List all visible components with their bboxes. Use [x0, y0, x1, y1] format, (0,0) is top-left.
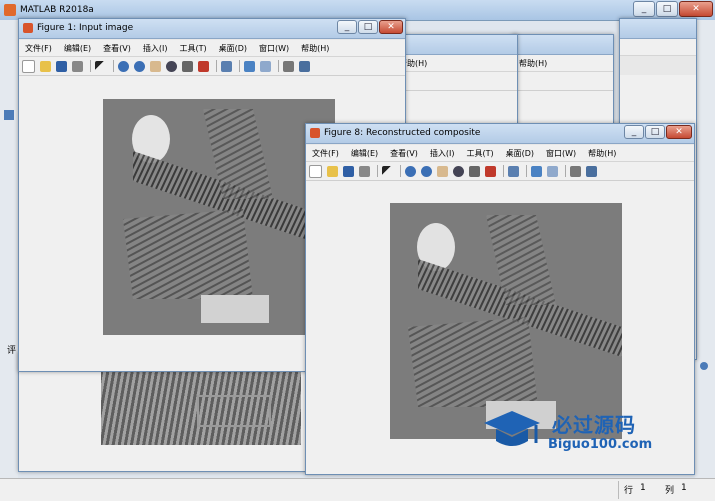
image-fragment	[101, 367, 301, 445]
menu-insert[interactable]: 插入(I)	[424, 148, 461, 159]
reconstructed-image	[390, 203, 622, 439]
zoom-in-icon[interactable]	[118, 60, 129, 72]
link-plot-icon[interactable]	[221, 60, 232, 72]
graduation-cap-logo-icon	[484, 411, 540, 446]
figure-8-title: Figure 8: Reconstructed composite	[324, 128, 481, 138]
hide-plot-tools-icon[interactable]	[570, 165, 581, 177]
menu-tools[interactable]: 工具(T)	[460, 148, 499, 159]
figure-toolbar	[306, 162, 694, 181]
menu-help[interactable]: 帮助(H)	[295, 43, 335, 54]
pointer-icon[interactable]	[382, 165, 393, 177]
data-cursor-icon[interactable]	[182, 60, 193, 72]
pan-icon[interactable]	[150, 60, 161, 72]
new-figure-icon[interactable]	[22, 59, 35, 73]
maximize-button[interactable]: □	[645, 125, 665, 139]
menu-desktop[interactable]: 桌面(D)	[500, 148, 540, 159]
figure-titlebar: Figure 8: Reconstructed composite _ □ ✕	[306, 124, 694, 144]
link-plot-icon[interactable]	[508, 165, 519, 177]
close-button[interactable]: ✕	[379, 20, 403, 34]
watermark-title: 必过源码	[552, 413, 636, 437]
figure-icon	[23, 23, 33, 33]
scroll-indicator-icon[interactable]	[700, 362, 708, 370]
menu-help[interactable]: 帮助(H)	[513, 58, 553, 69]
save-icon[interactable]	[343, 165, 354, 177]
colorbar-icon[interactable]	[244, 60, 255, 72]
col-value: 1	[681, 483, 687, 493]
figure-menubar: 文件(F) 编辑(E) 查看(V) 插入(I) 工具(T) 桌面(D) 窗口(W…	[306, 145, 694, 162]
figure-icon	[310, 128, 320, 138]
pointer-icon[interactable]	[95, 60, 106, 72]
figure-titlebar	[620, 19, 696, 39]
figure-toolbar	[19, 57, 405, 76]
minimize-button[interactable]: _	[337, 20, 357, 34]
menu-window[interactable]: 窗口(W)	[540, 148, 582, 159]
status-bar: 行 1 列 1	[0, 478, 715, 501]
figure-titlebar	[393, 35, 517, 55]
figure-menubar: 文件(F) 编辑(E) 查看(V) 插入(I) 工具(T) 桌面(D) 窗口(W…	[19, 40, 405, 57]
data-cursor-icon[interactable]	[469, 165, 480, 177]
figure-menubar: 帮助(H)	[513, 55, 613, 72]
menu-window[interactable]: 窗口(W)	[253, 43, 295, 54]
main-left-strip	[0, 20, 18, 478]
colorbar-icon[interactable]	[531, 165, 542, 177]
menu-insert[interactable]: 插入(I)	[137, 43, 174, 54]
figure-titlebar: Figure 1: Input image _ □ ✕	[19, 19, 405, 39]
legend-icon[interactable]	[260, 60, 271, 72]
row-label: 行	[624, 486, 634, 496]
watermark-url: Biguo100.com	[548, 437, 653, 452]
zoom-out-icon[interactable]	[421, 165, 432, 177]
menu-edit[interactable]: 编辑(E)	[58, 43, 97, 54]
minimize-button[interactable]: _	[633, 1, 655, 17]
brush-icon[interactable]	[485, 165, 496, 177]
minimize-button[interactable]: _	[624, 125, 644, 139]
rotate-3d-icon[interactable]	[166, 60, 177, 72]
show-plot-tools-icon[interactable]	[299, 60, 310, 72]
rotate-3d-icon[interactable]	[453, 165, 464, 177]
row-value: 1	[640, 483, 646, 493]
menu-view[interactable]: 查看(V)	[97, 43, 137, 54]
close-button[interactable]: ✕	[679, 1, 713, 17]
menu-edit[interactable]: 编辑(E)	[345, 148, 384, 159]
main-window-title: MATLAB R2018a	[20, 5, 94, 15]
hide-plot-tools-icon[interactable]	[283, 60, 294, 72]
zoom-in-icon[interactable]	[405, 165, 416, 177]
brush-icon[interactable]	[198, 60, 209, 72]
print-icon[interactable]	[72, 60, 83, 72]
legend-icon[interactable]	[547, 165, 558, 177]
figure-8-window: Figure 8: Reconstructed composite _ □ ✕ …	[305, 123, 695, 475]
figure-titlebar	[513, 35, 613, 55]
col-label: 列	[665, 486, 675, 496]
figure-1-title: Figure 1: Input image	[37, 23, 134, 33]
figure-menubar	[620, 39, 696, 56]
figure-toolbar	[513, 72, 613, 91]
figure-canvas: 必过源码 Biguo100.com	[306, 181, 694, 474]
show-plot-tools-icon[interactable]	[586, 165, 597, 177]
save-icon[interactable]	[56, 60, 67, 72]
open-file-icon[interactable]	[327, 165, 338, 177]
nav-arrow-icon[interactable]	[4, 110, 14, 120]
close-button[interactable]: ✕	[666, 125, 692, 139]
zoom-out-icon[interactable]	[134, 60, 145, 72]
left-edge-label: 评	[7, 346, 17, 356]
menu-file[interactable]: 文件(F)	[306, 148, 345, 159]
menu-tools[interactable]: 工具(T)	[173, 43, 212, 54]
maximize-button[interactable]: □	[358, 20, 378, 34]
main-right-strip	[695, 20, 715, 478]
maximize-button[interactable]: □	[656, 1, 678, 17]
menu-view[interactable]: 查看(V)	[384, 148, 424, 159]
pan-icon[interactable]	[437, 165, 448, 177]
menu-file[interactable]: 文件(F)	[19, 43, 58, 54]
menu-desktop[interactable]: 桌面(D)	[213, 43, 253, 54]
figure-menubar: 帮助(H)	[393, 55, 517, 72]
open-file-icon[interactable]	[40, 60, 51, 72]
figure-toolbar	[393, 72, 517, 91]
menu-help[interactable]: 帮助(H)	[582, 148, 622, 159]
print-icon[interactable]	[359, 165, 370, 177]
new-figure-icon[interactable]	[309, 164, 322, 178]
matlab-logo-icon	[4, 4, 16, 16]
input-image	[103, 99, 335, 335]
